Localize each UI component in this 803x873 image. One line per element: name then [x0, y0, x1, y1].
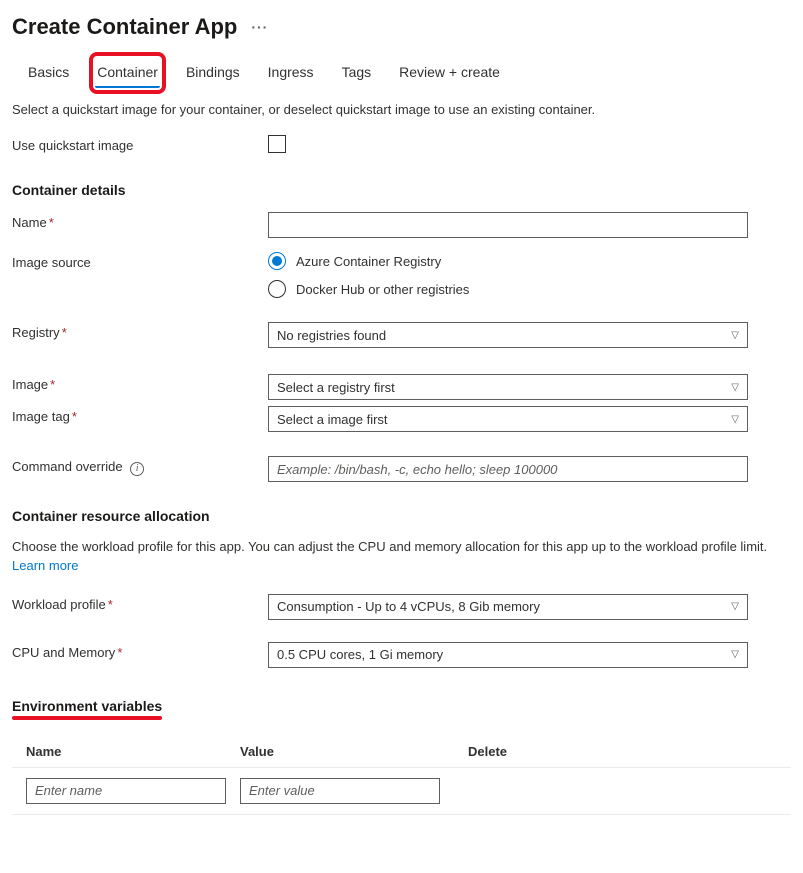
- name-row: Name*: [12, 212, 791, 238]
- page-title-text: Create Container App: [12, 14, 237, 40]
- cpu-memory-row: CPU and Memory* 0.5 CPU cores, 1 Gi memo…: [12, 642, 791, 668]
- image-tag-select[interactable]: Select a image first ▽: [268, 406, 748, 432]
- workload-profile-select[interactable]: Consumption - Up to 4 vCPUs, 8 Gib memor…: [268, 594, 748, 620]
- env-value-input[interactable]: [240, 778, 440, 804]
- tab-bindings[interactable]: Bindings: [184, 58, 242, 88]
- tab-review-create[interactable]: Review + create: [397, 58, 502, 88]
- registry-row: Registry* No registries found ▽: [12, 322, 791, 348]
- image-select[interactable]: Select a registry first ▽: [268, 374, 748, 400]
- image-source-row: Image source Azure Container Registry Do…: [12, 252, 791, 308]
- registry-value: No registries found: [277, 328, 386, 343]
- quickstart-checkbox[interactable]: [268, 135, 286, 153]
- quickstart-row: Use quickstart image: [12, 135, 791, 156]
- required-star: *: [117, 645, 122, 660]
- env-vars-table: Name Value Delete: [12, 738, 791, 815]
- chevron-down-icon: ▽: [731, 382, 739, 393]
- image-tag-label: Image tag: [12, 409, 70, 424]
- info-icon[interactable]: i: [130, 462, 144, 476]
- env-name-input[interactable]: [26, 778, 226, 804]
- chevron-down-icon: ▽: [731, 649, 739, 660]
- learn-more-link[interactable]: Learn more: [12, 558, 78, 573]
- resource-allocation-helper: Choose the workload profile for this app…: [12, 538, 791, 576]
- env-col-delete: Delete: [468, 744, 791, 759]
- registry-label: Registry: [12, 325, 60, 340]
- chevron-down-icon: ▽: [731, 414, 739, 425]
- resource-allocation-heading: Container resource allocation: [12, 508, 791, 524]
- container-details-heading: Container details: [12, 182, 791, 198]
- cpu-memory-label: CPU and Memory: [12, 645, 115, 660]
- highlight-underline: [12, 716, 162, 720]
- required-star: *: [108, 597, 113, 612]
- required-star: *: [72, 409, 77, 424]
- image-source-label: Image source: [12, 252, 268, 270]
- registry-select[interactable]: No registries found ▽: [268, 322, 748, 348]
- image-row: Image* Select a registry first ▽: [12, 374, 791, 400]
- workload-profile-label: Workload profile: [12, 597, 106, 612]
- command-override-row: Command override i: [12, 456, 791, 482]
- env-col-name: Name: [12, 744, 240, 759]
- tab-tags[interactable]: Tags: [340, 58, 374, 88]
- required-star: *: [49, 215, 54, 230]
- image-tag-value: Select a image first: [277, 412, 388, 427]
- command-override-input[interactable]: [268, 456, 748, 482]
- quickstart-label: Use quickstart image: [12, 135, 268, 153]
- name-input[interactable]: [268, 212, 748, 238]
- tab-basics[interactable]: Basics: [26, 58, 71, 88]
- radio-dockerhub[interactable]: Docker Hub or other registries: [268, 280, 748, 298]
- page-title: Create Container App ···: [12, 14, 791, 40]
- radio-icon: [268, 280, 286, 298]
- env-table-header: Name Value Delete: [12, 738, 791, 768]
- env-col-value: Value: [240, 744, 468, 759]
- resource-alloc-text: Choose the workload profile for this app…: [12, 539, 767, 554]
- workload-profile-row: Workload profile* Consumption - Up to 4 …: [12, 594, 791, 620]
- intro-text: Select a quickstart image for your conta…: [12, 102, 791, 117]
- radio-acr[interactable]: Azure Container Registry: [268, 252, 748, 270]
- workload-profile-value: Consumption - Up to 4 vCPUs, 8 Gib memor…: [277, 599, 540, 614]
- chevron-down-icon: ▽: [731, 330, 739, 341]
- tab-ingress[interactable]: Ingress: [266, 58, 316, 88]
- table-row: [12, 768, 791, 815]
- name-label: Name: [12, 215, 47, 230]
- radio-acr-label: Azure Container Registry: [296, 254, 441, 269]
- tab-bar: Basics Container Bindings Ingress Tags R…: [12, 58, 791, 88]
- tab-container[interactable]: Container: [95, 58, 160, 88]
- radio-icon: [268, 252, 286, 270]
- chevron-down-icon: ▽: [731, 601, 739, 612]
- image-tag-row: Image tag* Select a image first ▽: [12, 406, 791, 432]
- cpu-memory-select[interactable]: 0.5 CPU cores, 1 Gi memory ▽: [268, 642, 748, 668]
- required-star: *: [50, 377, 55, 392]
- env-vars-heading: Environment variables: [12, 698, 791, 714]
- command-override-label: Command override: [12, 459, 123, 474]
- more-icon[interactable]: ···: [251, 19, 268, 35]
- cpu-memory-value: 0.5 CPU cores, 1 Gi memory: [277, 647, 443, 662]
- image-label: Image: [12, 377, 48, 392]
- image-value: Select a registry first: [277, 380, 395, 395]
- radio-docker-label: Docker Hub or other registries: [296, 282, 469, 297]
- required-star: *: [62, 325, 67, 340]
